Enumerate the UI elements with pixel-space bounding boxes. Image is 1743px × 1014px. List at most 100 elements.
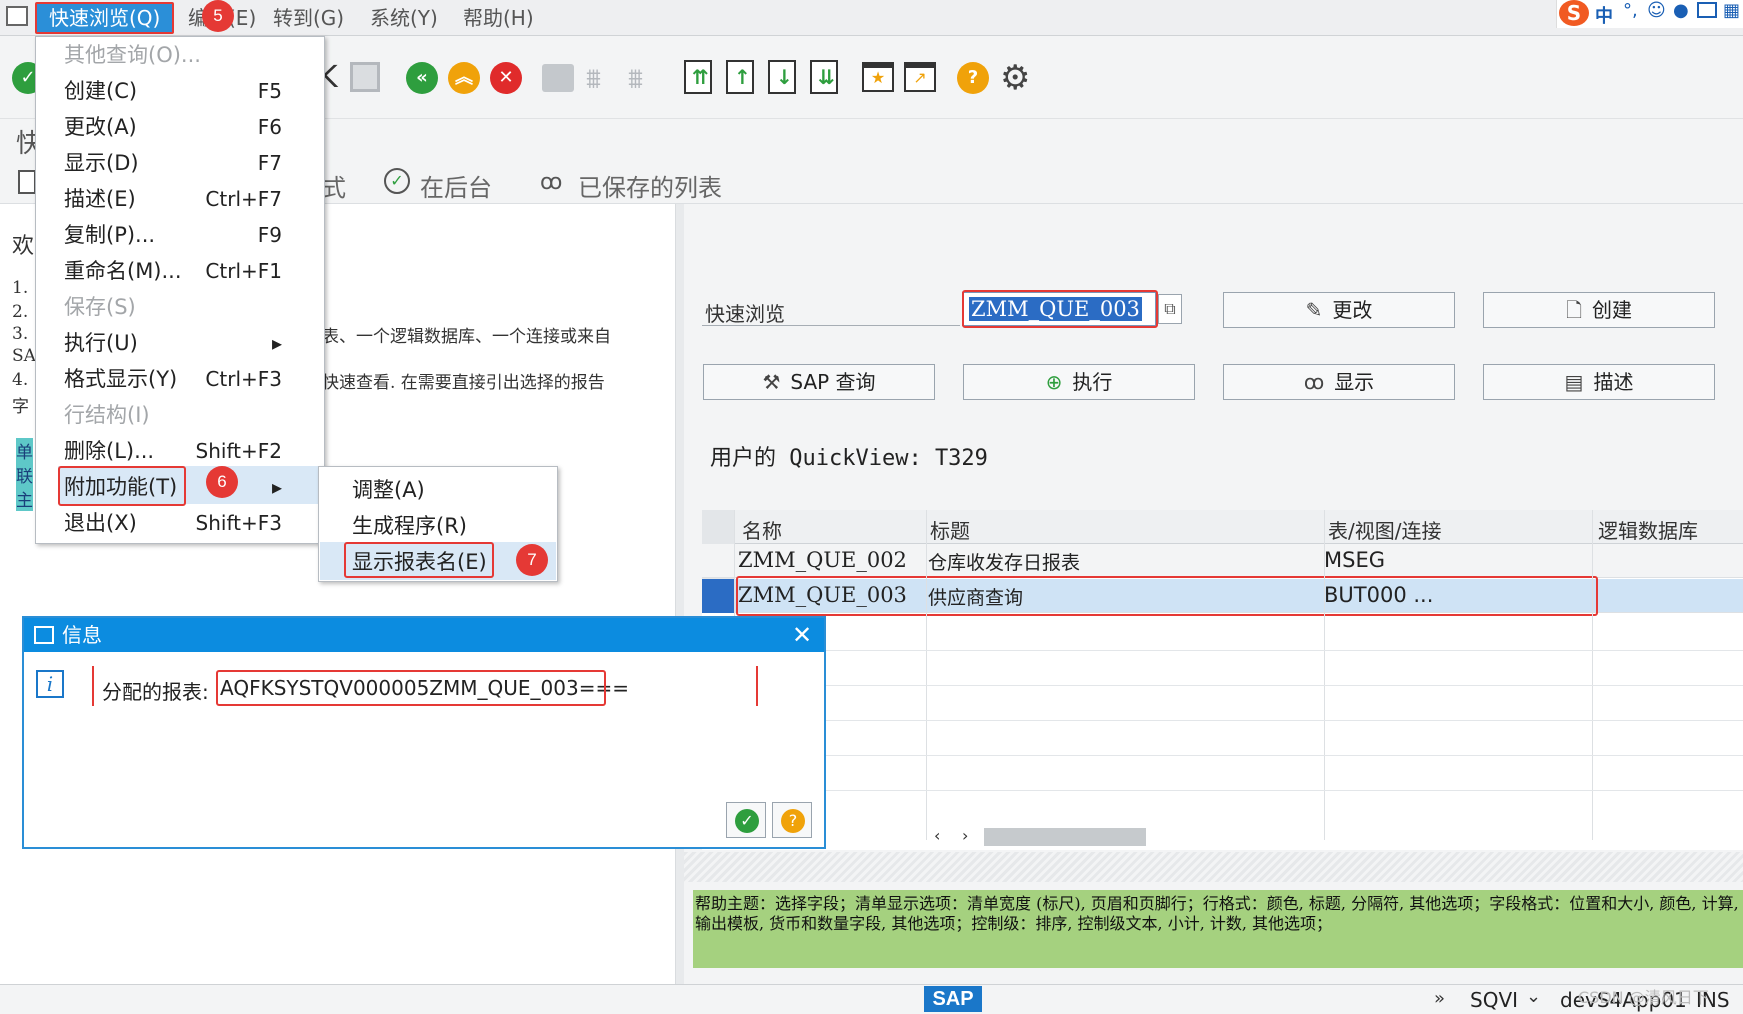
value-help-icon[interactable]: ⧉ [1158,294,1182,324]
save-icon[interactable] [350,62,380,92]
menu-item-change[interactable]: 更改(A) F6 [32,110,282,144]
chevron-down-icon[interactable]: ⌄ [1526,986,1541,1007]
help-icon: ? [781,809,805,833]
query-icon: ⚒ [762,370,781,394]
step-4: 4. [12,370,29,390]
scroll-right-icon[interactable]: › [962,826,968,845]
menu-system[interactable]: 系统(Y) [362,5,446,31]
user-quickview-title: 用户的 QuickView: T329 [710,446,988,471]
menu-item-save: 保存(S) [64,295,136,319]
col-title[interactable]: 标题 [930,515,970,544]
step-3-text: 表、一个逻辑数据库、一个连接或来自 [322,327,611,347]
col-logical-db[interactable]: 逻辑数据库 [1598,515,1698,544]
menu-quickview[interactable]: 快速浏览(Q) [35,2,175,34]
create-session-icon[interactable]: ★ [862,62,894,92]
close-icon[interactable]: ✕ [792,618,812,652]
status-tcode[interactable]: SQVI [1470,988,1518,1012]
find-next-icon[interactable]: ⩩ [628,62,643,96]
horizontal-scrollbar[interactable] [984,828,1146,846]
grid-icon[interactable]: ▦ [1723,0,1740,21]
emoji-icon[interactable]: ☺ [1647,0,1666,21]
quickview-label-underline [702,325,960,326]
menu-item-format-display[interactable]: 格式显示(Y) Ctrl+F3 [32,362,282,396]
submenu-arrow-icon: ▸ [271,331,282,355]
row-selected-marker [702,579,734,613]
menu-item-describe[interactable]: 描述(E) Ctrl+F7 [32,182,282,216]
prev-page-icon[interactable]: ↑ [726,60,754,94]
keyboard-icon[interactable] [1697,2,1717,18]
quickview-input-highlight [962,290,1158,328]
ime-toolbar: S 中 °, ☺ ● ▦ [1556,0,1743,28]
help-topics[interactable]: 帮助主题：选择字段；清单显示选项：清单宽度 (标尺), 页眉和页脚行；行格式：颜… [693,890,1743,968]
sap-query-button[interactable]: ⚒ SAP 查询 [703,364,935,400]
cell-title: 仓库收发存日报表 [928,552,1081,574]
execute-button[interactable]: ⊕ 执行 [963,364,1195,400]
glasses-icon: ꝏ [1303,370,1325,394]
link-2[interactable]: 联 [16,462,33,487]
window-menu-icon[interactable] [6,6,28,26]
help-icon[interactable]: ? [957,62,989,94]
dialog-ok-button[interactable]: ✓ [726,802,766,838]
step-badge-7: 7 [516,544,548,576]
menu-item-delete[interactable]: 删除(L)... Shift+F2 [32,434,282,468]
link-1[interactable]: 单 [16,438,33,463]
display-button[interactable]: ꝏ 显示 [1223,364,1455,400]
step-4-zi: 字 [12,397,29,417]
menu-item-display[interactable]: 显示(D) F7 [32,146,282,180]
expand-icon[interactable]: » [1434,988,1445,1009]
menu-goto[interactable]: 转到(G) [265,5,352,31]
table-row[interactable]: ZMM_QUE_002 仓库收发存日报表 MSEG [702,544,1743,578]
cell-name: ZMM_QUE_002 [738,548,907,572]
settings-icon[interactable]: ⚙ [1000,58,1030,98]
next-page-icon[interactable]: ↓ [768,60,796,94]
find-icon[interactable]: ⩩ [586,62,601,96]
tab-saved-list[interactable]: 已保存的列表 [578,168,722,203]
pattern-strip [684,852,1743,882]
dialog-help-button[interactable]: ? [772,802,812,838]
change-button[interactable]: ✎ 更改 [1223,292,1455,328]
col-table-view[interactable]: 表/视图/连接 [1328,515,1441,544]
back-arrow-icon[interactable]: « [406,62,438,94]
menu-item-create[interactable]: 创建(C) F5 [32,74,282,108]
print-icon[interactable] [542,64,574,92]
cell-table-view: MSEG [1324,548,1385,572]
dialog-window-icon [34,626,54,644]
first-page-icon[interactable]: ⇈ [684,60,712,94]
row-divider [702,685,1743,686]
menu-item-exit[interactable]: 退出(X) Shift+F3 [32,506,282,540]
scroll-left-icon[interactable]: ‹ [934,826,940,845]
show-report-highlight [344,542,494,578]
pane-splitter[interactable] [676,204,684,984]
sogou-icon[interactable]: S [1559,0,1589,26]
ime-lang[interactable]: 中 [1595,2,1613,28]
step-badge-6: 6 [206,466,238,498]
tab-format[interactable]: 式 [322,168,346,203]
submenu-item-generate-program[interactable]: 生成程序(R) [352,510,467,540]
menu-item-execute[interactable]: 执行(U) ▸ [32,326,282,360]
menu-bar: 快速浏览(Q) 编辑(E) 转到(G) 系统(Y) 帮助(H) S 中 °, ☺… [0,0,1743,36]
dialog-titlebar: 信息 ✕ [24,618,824,652]
mic-icon[interactable]: ● [1673,0,1689,21]
exit-icon[interactable]: ︽ [448,62,480,94]
selected-row-highlight [736,576,1598,616]
row-divider [702,755,1743,756]
cancel-icon[interactable]: ✕ [490,62,522,94]
extras-item-highlight [58,466,186,506]
submenu-item-adjust[interactable]: 调整(A) [352,474,425,504]
menu-item-rename[interactable]: 重命名(M)... Ctrl+F1 [32,254,282,288]
glasses-icon: ꝏ [540,170,563,195]
row-divider [702,650,1743,651]
punctuation-icon[interactable]: °, [1623,0,1638,21]
shortcut-icon[interactable]: ↗ [904,62,936,92]
link-3[interactable]: 主 [16,486,33,511]
last-page-icon[interactable]: ⇊ [810,60,838,94]
create-button[interactable]: 🗋 创建 [1483,292,1715,328]
info-icon: i [36,670,64,698]
menu-item-copy[interactable]: 复制(P)... F9 [32,218,282,252]
describe-button[interactable]: ▤ 描述 [1483,364,1715,400]
menu-help[interactable]: 帮助(H) [455,5,542,31]
tab-background[interactable]: 在后台 [420,168,492,203]
col-name[interactable]: 名称 [742,515,782,544]
row-divider [702,790,1743,791]
pencil-icon: ✎ [1305,298,1323,322]
